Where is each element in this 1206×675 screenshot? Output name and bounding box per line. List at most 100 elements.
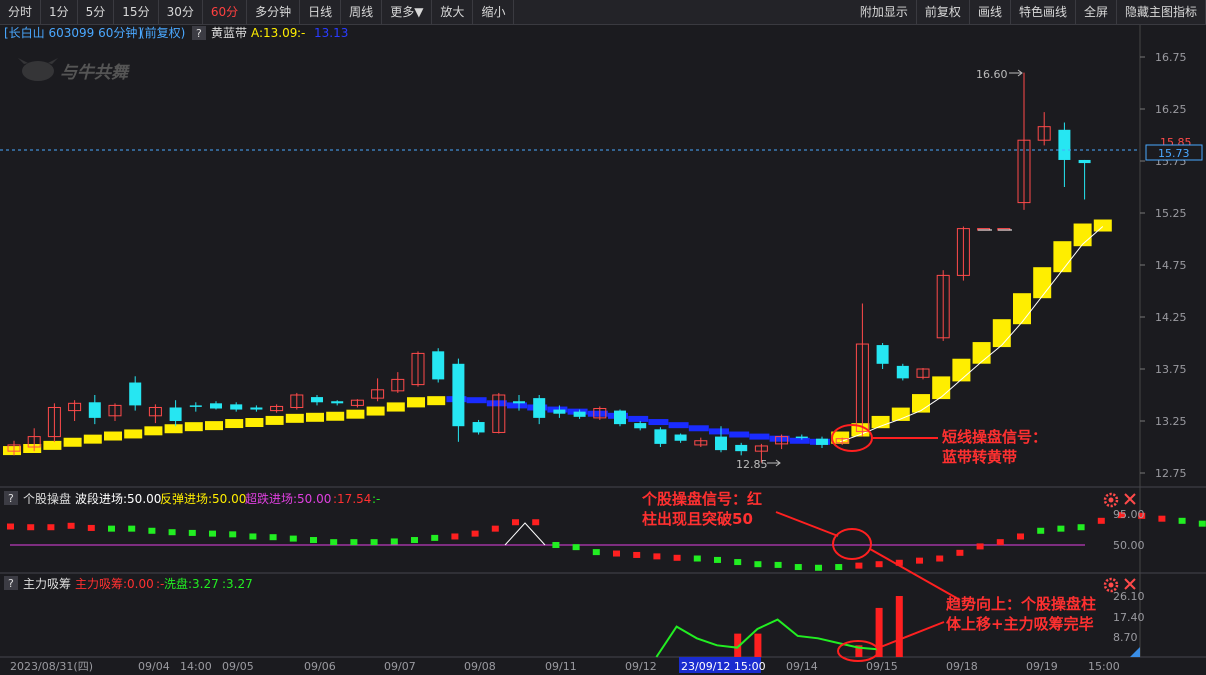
panel2-bar xyxy=(895,596,903,657)
band-segment xyxy=(749,433,770,440)
panel1-value2: :- xyxy=(372,492,380,506)
panel1-bar xyxy=(310,537,317,544)
price-tick: 15.25 xyxy=(1155,207,1187,220)
tab-more[interactable]: 更多▼ xyxy=(382,0,433,24)
tab-weekly[interactable]: 周线 xyxy=(341,0,383,24)
panel1-bar xyxy=(512,519,519,526)
panel1-bar xyxy=(714,556,721,563)
band-segment xyxy=(83,434,102,444)
special-draw-button[interactable]: 特色画线 xyxy=(1011,0,1076,24)
zoom-out-button[interactable]: 缩小 xyxy=(473,0,515,24)
panel1-bar xyxy=(451,533,459,540)
panel2-bar xyxy=(754,633,762,657)
panel1-bar xyxy=(794,564,802,571)
band-segment xyxy=(23,444,42,453)
tab-daily[interactable]: 日线 xyxy=(300,0,342,24)
band-segment xyxy=(1073,223,1092,247)
panel1-bar xyxy=(350,539,358,546)
panel1-bar xyxy=(289,535,297,542)
corner-triangle-icon[interactable] xyxy=(1130,647,1140,657)
tab-multi-min[interactable]: 多分钟 xyxy=(247,0,301,24)
panel2-wash: 洗盘:3.27 xyxy=(164,576,219,591)
panel1-bar xyxy=(774,561,782,568)
band-segment xyxy=(992,319,1011,348)
time-label: 09/07 xyxy=(384,660,416,673)
tab-60min[interactable]: 60分 xyxy=(203,0,248,24)
candle-body xyxy=(614,410,626,425)
band-segment xyxy=(912,394,930,413)
time-label-highlight: 23/09/12 15:00 xyxy=(681,660,766,673)
time-label: 09/08 xyxy=(464,660,496,673)
panel1-close-icon[interactable] xyxy=(1124,493,1136,505)
annotation-arrow xyxy=(869,548,961,601)
panel2-name: 主力吸筹 xyxy=(23,577,71,591)
candle-body xyxy=(331,401,344,404)
tab-intraday[interactable]: 分时 xyxy=(0,0,42,24)
indicator-b: 13.13 xyxy=(314,26,348,40)
panel1-bar xyxy=(754,561,762,568)
adjust-label[interactable]: (前复权) xyxy=(140,25,185,40)
panel1-bar xyxy=(7,523,14,530)
draw-line-button[interactable]: 画线 xyxy=(970,0,1011,24)
time-label: 09/06 xyxy=(304,660,336,673)
band-segment xyxy=(3,446,21,456)
panel1-bar xyxy=(956,549,964,556)
time-label: 14:00 xyxy=(180,660,212,673)
panel1-bar xyxy=(592,549,600,556)
panel2-close-icon[interactable] xyxy=(1124,578,1136,590)
panel1-bar xyxy=(108,525,115,532)
candle-body xyxy=(210,403,222,409)
fullscreen-button[interactable]: 全屏 xyxy=(1076,0,1117,24)
candle-body xyxy=(1078,159,1091,164)
panel1-name: 个股操盘 xyxy=(23,491,71,506)
panel1-bar xyxy=(1017,533,1024,540)
panel1-bar xyxy=(209,530,216,537)
band-segment xyxy=(648,419,669,426)
panel1-bar xyxy=(1097,517,1105,524)
annotation-trend-2: 体上移+主力吸筹完毕 xyxy=(946,615,1094,633)
band-segment xyxy=(386,402,405,412)
tab-5min[interactable]: 5分 xyxy=(78,0,115,24)
time-label: 09/04 xyxy=(138,660,170,673)
tab-30min[interactable]: 30分 xyxy=(159,0,203,24)
candle-body xyxy=(1058,129,1071,160)
band-segment xyxy=(346,409,365,419)
grid-lines xyxy=(0,23,1206,658)
zoom-in-button[interactable]: 放大 xyxy=(432,0,474,24)
panel1-bar xyxy=(1178,517,1186,524)
panel1-bar xyxy=(936,555,944,562)
high-arrow-icon xyxy=(1009,69,1023,77)
price-tick: 13.25 xyxy=(1155,415,1187,428)
band-segment xyxy=(466,397,487,404)
candle-body xyxy=(553,409,566,414)
panel1-bar xyxy=(572,544,580,551)
panel1-bar xyxy=(996,539,1004,546)
band-segment xyxy=(1033,267,1052,299)
tab-1min[interactable]: 1分 xyxy=(41,0,78,24)
panel1-bar xyxy=(249,533,257,540)
band-segment xyxy=(972,342,991,364)
candle-body xyxy=(634,423,647,429)
price-tick: 14.75 xyxy=(1155,259,1187,272)
candle-body xyxy=(533,398,546,418)
stock-label[interactable]: [长白山 603099 60分钟] xyxy=(4,25,142,40)
band-segment xyxy=(205,421,223,431)
time-label: 09/18 xyxy=(946,660,978,673)
candle-body xyxy=(189,405,202,407)
panel2-gear-icon[interactable] xyxy=(1103,577,1119,593)
panel1-bar xyxy=(390,538,398,545)
panel1-gear-icon[interactable] xyxy=(1103,492,1119,508)
band-segment xyxy=(668,422,689,429)
tab-15min[interactable]: 15分 xyxy=(114,0,159,24)
hide-indicator-button[interactable]: 隐藏主图指标 xyxy=(1117,0,1206,24)
panel1-oversold-entry: 超跌进场:50.00 xyxy=(245,491,331,506)
candle-body xyxy=(250,407,263,410)
band-segment xyxy=(1013,293,1031,325)
pre-adjust-button[interactable]: 前复权 xyxy=(917,0,970,24)
extra-display-button[interactable]: 附加显示 xyxy=(852,0,917,24)
panel1-bar xyxy=(916,557,923,564)
panel1-bar xyxy=(330,539,338,546)
annotation-short-signal-1: 短线操盘信号： xyxy=(942,428,1047,446)
period-tabs: 分时 1分 5分 15分 30分 60分 多分钟 日线 周线 更多▼ 放大 缩小 xyxy=(0,0,515,24)
